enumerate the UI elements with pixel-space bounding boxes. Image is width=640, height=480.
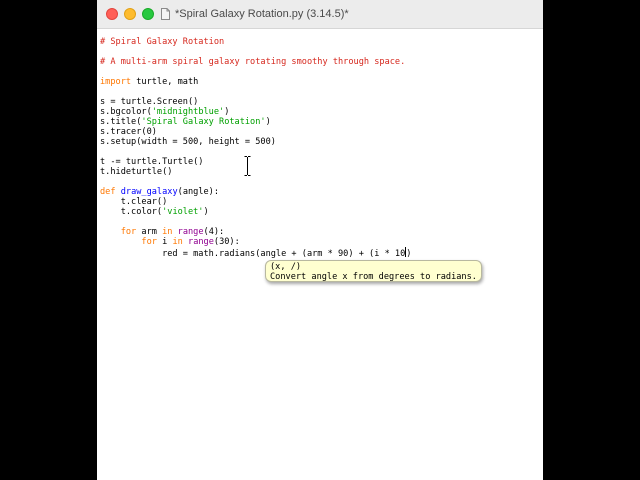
code-line-11: s.setup(width = 500, height = 500) (100, 137, 276, 148)
code-text: ) (224, 107, 230, 117)
code-text: (4): (203, 227, 225, 237)
code-text: s.bgcolor( (100, 107, 152, 117)
code-editor[interactable]: # Spiral Galaxy Rotation # A multi-arm s… (100, 37, 543, 480)
string-text: 'violet' (162, 207, 204, 217)
code-text: ) (406, 249, 412, 259)
code-line-14: t.hideturtle() (100, 167, 172, 178)
calltip-popup: (x, /) Convert angle x from degrees to r… (265, 260, 482, 282)
code-text: red = math.radians(angle + (arm * 90) + … (100, 249, 406, 259)
builtin-text: range (188, 237, 214, 247)
keyword-text: for (141, 237, 157, 247)
builtin-text: range (177, 227, 204, 237)
calltip-signature: (x, /) (270, 262, 302, 272)
code-text: t.hideturtle() (100, 167, 173, 177)
code-text: i (156, 237, 173, 247)
close-button[interactable] (106, 8, 118, 20)
code-text: s.tracer(0) (100, 127, 157, 137)
comment-text: # Spiral Galaxy Rotation (100, 37, 225, 47)
editor-window: *Spiral Galaxy Rotation.py (3.14.5)* # S… (97, 0, 543, 480)
calltip-description: Convert angle x from degrees to radians. (270, 272, 477, 282)
string-text: 'Spiral Galaxy Rotation' (141, 117, 266, 127)
code-text: s.setup(width = 500, height = 500) (100, 137, 276, 147)
code-text: t.clear() (100, 197, 168, 207)
keyword-text: in (172, 237, 183, 247)
keyword-text: in (162, 227, 173, 237)
code-line-3: # A multi-arm spiral galaxy rotating smo… (100, 57, 405, 68)
code-text: (30): (213, 237, 240, 247)
code-text: s.title( (100, 117, 142, 127)
comment-text: # A multi-arm spiral galaxy rotating smo… (100, 57, 406, 67)
ibeam-cursor-icon (244, 156, 251, 176)
keyword-text: def (100, 187, 116, 197)
window-title-group: *Spiral Galaxy Rotation.py (3.14.5)* (161, 0, 349, 28)
code-text: ) (265, 117, 271, 127)
code-line-1: # Spiral Galaxy Rotation (100, 37, 224, 48)
code-text: (angle): (177, 187, 220, 197)
code-text: t -= turtle.Turtle() (100, 157, 204, 167)
minimize-button[interactable] (124, 8, 136, 20)
code-line-18: t.color('violet') (100, 207, 209, 218)
title-bar[interactable]: *Spiral Galaxy Rotation.py (3.14.5)* (97, 0, 543, 29)
document-icon (161, 8, 170, 20)
code-text: t.color( (100, 207, 163, 217)
window-title: *Spiral Galaxy Rotation.py (3.14.5)* (175, 8, 349, 20)
keyword-text: import (100, 77, 132, 87)
zoom-button[interactable] (142, 8, 154, 20)
code-text: s = turtle.Screen() (100, 97, 199, 107)
code-line-5: import turtle, math (100, 77, 198, 88)
code-text: arm (136, 227, 163, 237)
string-text: 'midnightblue' (151, 107, 225, 117)
keyword-text: for (120, 227, 137, 237)
code-line-22: red = math.radians(angle + (arm * 90) + … (100, 247, 412, 259)
function-name-text: draw_galaxy (120, 187, 178, 197)
code-text: ) (203, 207, 209, 217)
code-text: turtle, math (131, 77, 199, 87)
